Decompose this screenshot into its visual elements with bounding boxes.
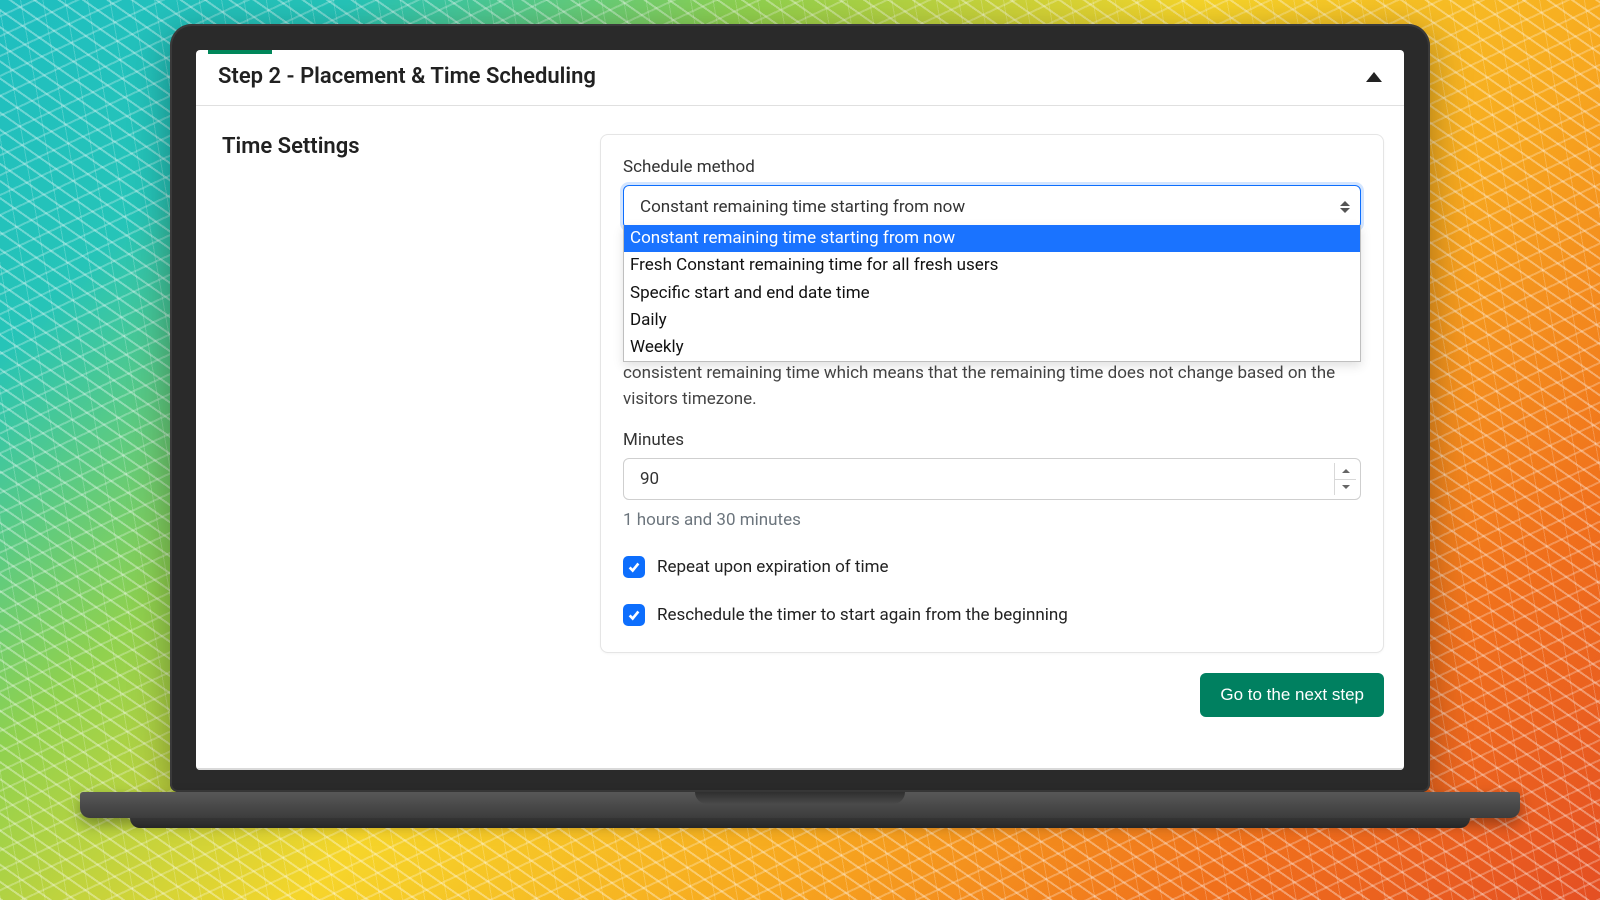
repeat-checkbox[interactable] (623, 556, 645, 578)
laptop-base (80, 792, 1520, 818)
laptop-base-edge (130, 818, 1470, 828)
bottom-divider (196, 768, 1404, 770)
minutes-value: 90 (640, 469, 659, 489)
minutes-input[interactable]: 90 (623, 458, 1361, 500)
schedule-option[interactable]: Weekly (624, 334, 1360, 361)
reschedule-checkbox[interactable] (623, 604, 645, 626)
time-settings-card: Schedule method Constant remaining time … (600, 134, 1384, 653)
schedule-method-label: Schedule method (623, 157, 1361, 177)
next-step-button[interactable]: Go to the next step (1200, 673, 1384, 717)
schedule-description: consistent remaining time which means th… (623, 361, 1361, 412)
spinner-down-icon[interactable] (1335, 479, 1356, 496)
app-screen: Step 2 - Placement & Time Scheduling Tim… (196, 50, 1404, 770)
collapse-caret-icon[interactable] (1366, 72, 1382, 82)
repeat-label: Repeat upon expiration of time (657, 557, 889, 577)
schedule-option[interactable]: Specific start and end date time (624, 280, 1360, 307)
number-spinner (1334, 463, 1356, 495)
reschedule-label: Reschedule the timer to start again from… (657, 605, 1068, 625)
spinner-up-icon[interactable] (1335, 463, 1356, 479)
schedule-method-dropdown[interactable]: Constant remaining time starting from no… (623, 225, 1361, 362)
active-tab-indicator (208, 50, 272, 54)
schedule-option[interactable]: Constant remaining time starting from no… (624, 225, 1360, 252)
step-header[interactable]: Step 2 - Placement & Time Scheduling (196, 50, 1404, 106)
schedule-option[interactable]: Daily (624, 307, 1360, 334)
section-title: Time Settings (222, 134, 576, 159)
laptop-mock: Step 2 - Placement & Time Scheduling Tim… (170, 24, 1430, 828)
step-title: Step 2 - Placement & Time Scheduling (218, 64, 596, 89)
schedule-method-value: Constant remaining time starting from no… (640, 197, 965, 217)
select-spinner-icon (1340, 201, 1350, 213)
minutes-label: Minutes (623, 430, 1361, 450)
schedule-method-select[interactable]: Constant remaining time starting from no… (623, 185, 1361, 229)
minutes-hint: 1 hours and 30 minutes (623, 510, 1361, 530)
laptop-notch (695, 792, 905, 804)
schedule-option[interactable]: Fresh Constant remaining time for all fr… (624, 252, 1360, 279)
